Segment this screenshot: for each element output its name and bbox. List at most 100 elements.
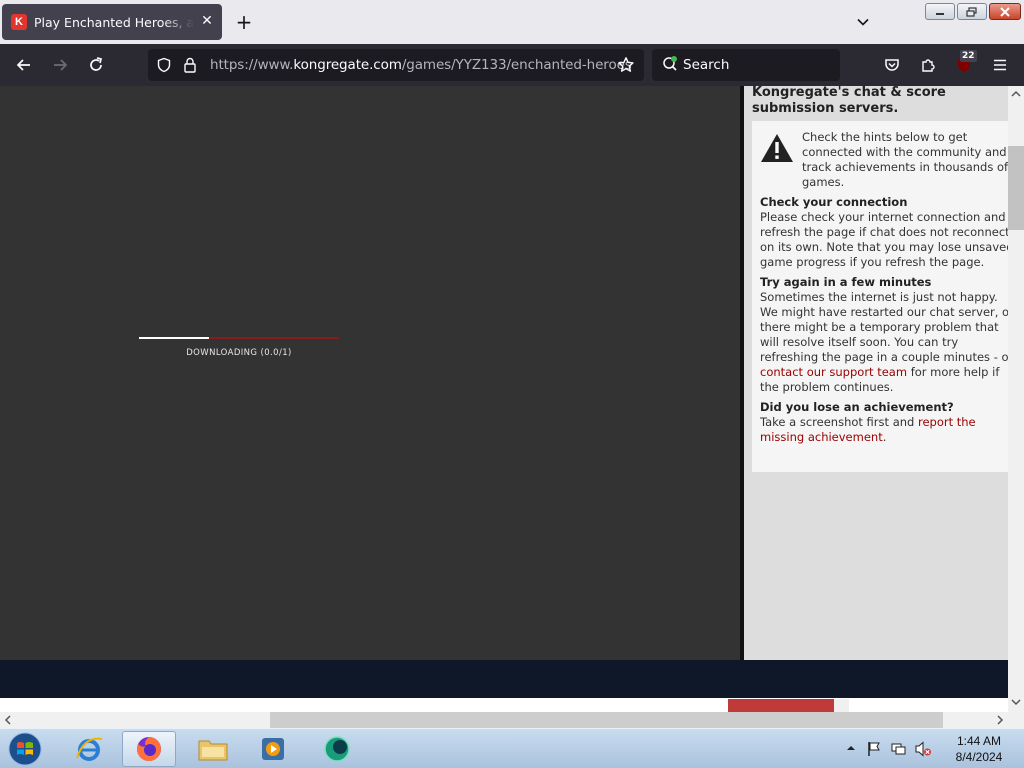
footer-strip (834, 699, 849, 712)
page-bottom-area (0, 698, 1008, 712)
hint-title: Try again in a few minutes (760, 275, 932, 289)
extension-badge: 22 (960, 50, 977, 62)
folder-icon (198, 740, 228, 761)
scroll-down-button[interactable] (1008, 694, 1024, 710)
show-hidden-icons-icon[interactable] (846, 744, 856, 752)
chevron-down-icon (1011, 699, 1021, 706)
reload-button[interactable] (85, 54, 107, 76)
bookmark-star-button[interactable] (615, 54, 637, 76)
taskbar-app[interactable] (310, 731, 364, 767)
list-all-tabs-button[interactable] (855, 14, 871, 30)
new-tab-button[interactable]: + (234, 12, 254, 32)
vertical-scrollbar[interactable] (1008, 86, 1024, 712)
hint-body: Please check your internet connection an… (760, 210, 1008, 269)
scroll-up-button[interactable] (1008, 86, 1024, 102)
system-tray: 1:44 AM 8/4/2024 (842, 729, 1024, 768)
minimize-icon (936, 12, 944, 15)
windows-start-orb-icon (8, 732, 42, 766)
scroll-right-button[interactable] (992, 712, 1008, 728)
minimize-button[interactable] (925, 3, 955, 20)
url-prefix: https://www. (210, 57, 294, 73)
hint-body: Sometimes the internet is just not happy… (760, 290, 1008, 395)
start-button[interactable] (6, 731, 44, 767)
tab-title: Play Enchanted Heroes, a free online gam… (34, 14, 194, 30)
forward-arrow-icon (54, 59, 68, 71)
puzzle-piece-icon (922, 59, 935, 72)
download-progress-fill (139, 337, 209, 339)
clock-date: 8/4/2024 (955, 750, 1003, 764)
download-progress-bar (139, 337, 339, 339)
hint-title: Check your connection (760, 195, 908, 209)
taskbar-media-player[interactable] (246, 731, 300, 767)
internet-explorer-icon (76, 737, 103, 761)
network-icon[interactable] (890, 741, 906, 757)
volume-muted-icon[interactable] (914, 741, 932, 757)
pocket-icon (885, 59, 899, 71)
red-footer-button[interactable] (728, 699, 834, 712)
chevron-right-icon (997, 715, 1004, 725)
restore-button[interactable] (957, 3, 987, 20)
search-placeholder: Search (683, 57, 730, 73)
firefox-icon (136, 737, 161, 761)
game-frame[interactable]: DOWNLOADING (0.0/1) (0, 86, 740, 660)
site-footer-bar (0, 660, 1008, 698)
taskbar-firefox[interactable] (122, 731, 176, 767)
taskbar-clock[interactable]: 1:44 AM 8/4/2024 (942, 733, 1016, 765)
hint-lost-achievement: Did you lose an achievement? Take a scre… (760, 400, 1008, 445)
url-text[interactable]: https://www.kongregate.com/games/YYZ133/… (210, 57, 632, 73)
reload-icon (90, 57, 103, 71)
back-button[interactable] (13, 54, 35, 76)
chevron-down-icon (857, 18, 869, 26)
address-bar[interactable]: https://www.kongregate.com/games/YYZ133/… (148, 49, 644, 81)
horizontal-scrollbar[interactable] (0, 712, 1008, 728)
hamburger-menu-icon (994, 59, 1006, 71)
tracking-protection-shield-icon[interactable] (156, 57, 172, 73)
close-window-button[interactable] (989, 3, 1021, 20)
url-path: /games/YYZ133/enchanted-heroes (401, 57, 632, 73)
vertical-scroll-thumb[interactable] (1008, 146, 1024, 230)
taskbar-file-explorer[interactable] (186, 731, 240, 767)
url-host: kongregate.com (293, 57, 402, 73)
scrollbar-corner (1008, 712, 1024, 728)
tab-kongregate[interactable]: K Play Enchanted Heroes, a free online g… (2, 4, 222, 40)
windows-taskbar: 1:44 AM 8/4/2024 (0, 728, 1024, 768)
close-icon (1000, 6, 1010, 17)
chat-intro-text: Check the hints below to get connected w… (802, 130, 1008, 189)
media-player-icon (262, 738, 284, 760)
hint-body-text: . (882, 430, 887, 444)
back-arrow-icon (16, 59, 30, 71)
extensions-button[interactable] (917, 54, 939, 76)
download-status-text: DOWNLOADING (0.0/1) (186, 348, 292, 358)
pocket-button[interactable] (881, 54, 903, 76)
chevron-up-icon (1011, 90, 1021, 97)
navigation-toolbar: https://www.kongregate.com/games/YYZ133/… (0, 44, 1024, 86)
hint-body: Take a screenshot first and report the m… (760, 415, 1008, 445)
tab-strip: K Play Enchanted Heroes, a free online g… (0, 0, 1024, 44)
chat-hints-box: Check the hints below to get connected w… (752, 121, 1008, 472)
hint-check-connection: Check your connection Please check your … (760, 195, 1008, 270)
hint-body-text: Sometimes the internet is just not happy… (760, 290, 1008, 364)
page-content: DOWNLOADING (0.0/1) Kongregate's chat & … (0, 86, 1008, 712)
star-icon (618, 57, 634, 72)
lock-icon[interactable] (182, 56, 198, 74)
kongregate-favicon-icon: K (11, 14, 27, 30)
hint-body-text: Take a screenshot first and (760, 415, 918, 429)
chevron-left-icon (4, 715, 11, 725)
contact-support-link[interactable]: contact our support team (760, 365, 907, 379)
menu-button[interactable] (989, 54, 1011, 76)
warning-icon (761, 134, 793, 162)
tab-close-icon[interactable]: ✕ (200, 14, 214, 28)
forward-button[interactable] (49, 54, 71, 76)
horizontal-scroll-thumb[interactable] (270, 712, 943, 728)
restore-icon (966, 6, 977, 17)
taskbar-internet-explorer[interactable] (62, 731, 116, 767)
hint-try-again: Try again in a few minutes Sometimes the… (760, 275, 1008, 395)
chat-panel: Kongregate's chat & score submission ser… (744, 86, 1008, 660)
action-center-flag-icon[interactable] (866, 741, 882, 757)
search-engine-icon (663, 56, 677, 71)
hint-title: Did you lose an achievement? (760, 400, 954, 414)
scroll-left-button[interactable] (0, 712, 16, 728)
clock-time: 1:44 AM (956, 734, 1002, 748)
chat-error-heading: Kongregate's chat & score submission ser… (752, 86, 946, 116)
search-box[interactable]: Search (652, 49, 840, 81)
